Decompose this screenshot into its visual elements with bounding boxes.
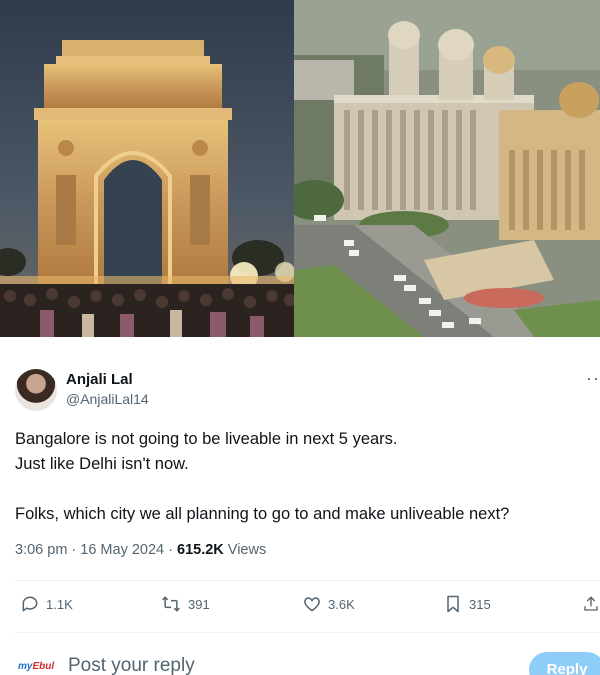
retweet-action[interactable]: 391: [160, 594, 210, 614]
india-gate-illustration: [0, 0, 294, 337]
bookmark-count: 315: [469, 596, 491, 612]
reply-action[interactable]: 1.1K: [20, 594, 73, 614]
divider: [15, 632, 600, 633]
share-icon: [584, 596, 598, 611]
like-action[interactable]: 3.6K: [302, 594, 355, 614]
timestamp[interactable]: 3:06 pm · 16 May 2024 ·: [15, 542, 177, 558]
reply-count: 1.1K: [46, 596, 73, 612]
tweet-text-line-1: Bangalore is not going to be liveable in…: [15, 430, 398, 448]
india-gate-photo[interactable]: [0, 0, 294, 337]
reply-composer: myEbul Post your reply Reply: [0, 645, 600, 675]
views-count: 615.2K: [177, 542, 224, 558]
more-icon[interactable]: ··: [586, 368, 600, 389]
retweet-count: 391: [188, 596, 210, 612]
tweet-media[interactable]: [0, 0, 600, 337]
brand-logo: myEbul: [18, 661, 55, 672]
vidhana-soudha-illustration: [294, 0, 600, 337]
views-label: Views: [223, 542, 267, 558]
tweet-text-line-3: Folks, which city we all planning to go …: [15, 505, 510, 523]
retweet-icon: [162, 596, 180, 612]
author-handle[interactable]: @AnjaliLal14: [66, 391, 149, 407]
tweet-meta: 3:06 pm · 16 May 2024 · 615.2K Views: [15, 542, 266, 558]
author-avatar[interactable]: [15, 369, 57, 411]
bookmark-icon: [447, 595, 459, 613]
vidhana-soudha-photo[interactable]: [294, 0, 600, 337]
reply-button[interactable]: Reply: [529, 652, 600, 675]
author-name[interactable]: Anjali Lal: [66, 371, 133, 388]
reply-input[interactable]: Post your reply: [68, 655, 195, 675]
heart-icon: [304, 597, 320, 612]
reply-icon: [22, 596, 38, 612]
divider: [15, 580, 600, 581]
like-count: 3.6K: [328, 596, 355, 612]
tweet-text-line-2: Just like Delhi isn't now.: [15, 455, 189, 473]
share-action[interactable]: [582, 594, 600, 614]
bookmark-action[interactable]: 315: [443, 594, 491, 614]
